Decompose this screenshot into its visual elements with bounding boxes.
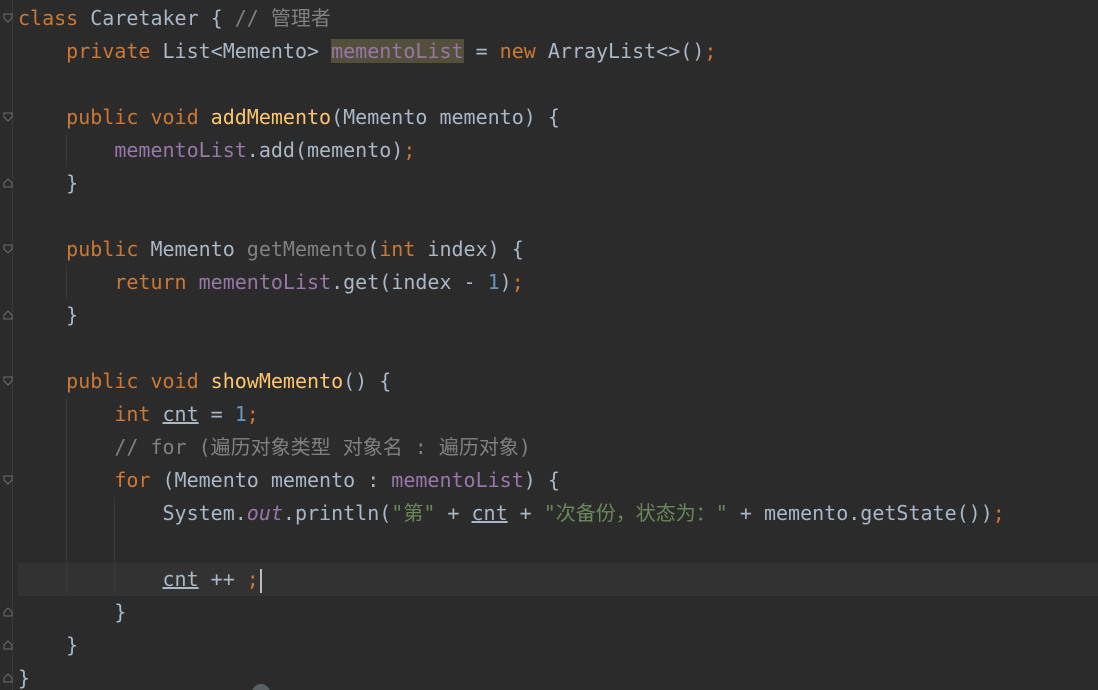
code-line[interactable] [18,332,1098,365]
code-line[interactable]: } [18,629,1098,662]
code-token: (Memento memento) { [331,105,560,129]
code-token: addMemento [210,105,332,129]
code-token: ; [403,138,416,162]
fold-close-icon[interactable] [3,607,13,617]
code-line[interactable]: System.out.println("第" + cnt + "次备份，状态为：… [18,497,1098,530]
code-token: public void [18,105,211,129]
code-token: mementoList [198,270,332,294]
code-editor[interactable]: class Caretaker { // 管理者 private List<Me… [0,0,1098,690]
code-token: class [18,6,91,30]
code-token: ) { [523,468,560,492]
code-token: + memento.getState()) [727,501,993,525]
code-line[interactable]: public void showMemento() { [18,365,1098,398]
code-token: } [18,600,127,624]
code-token: public [18,237,151,261]
code-token: } [18,633,79,657]
code-line[interactable]: cnt ++ ; [18,563,1098,596]
code-line[interactable]: mementoList.add(memento); [18,134,1098,167]
code-token: mementoList [114,138,247,162]
fold-close-icon[interactable] [3,178,13,188]
code-token: cnt [162,567,199,591]
code-line[interactable]: } [18,596,1098,629]
fold-close-icon[interactable] [3,673,13,683]
code-token: + [507,501,544,525]
code-line[interactable]: // for (遍历对象类型 对象名 : 遍历对象) [18,431,1098,464]
code-token: new [499,39,548,63]
code-token: getMemento [246,237,368,261]
code-line[interactable]: public void addMemento(Memento memento) … [18,101,1098,134]
code-token: mementoList [391,468,524,492]
text-caret [259,568,262,593]
code-line[interactable]: private List<Memento> mementoList = new … [18,35,1098,68]
code-line[interactable]: } [18,662,1098,690]
code-token: } [18,171,79,195]
code-token: mementoList [331,39,464,63]
fold-open-icon[interactable] [3,13,13,23]
code-token: 1 [487,270,500,294]
code-token: private [18,39,163,63]
fold-open-icon[interactable] [3,112,13,122]
code-token: index) { [427,237,524,261]
code-line[interactable] [18,68,1098,101]
code-token: = [198,402,235,426]
code-token: ; [704,39,717,63]
code-token: .println( [282,501,392,525]
code-token: // for (遍历对象类型 对象名 : 遍历对象) [18,435,531,459]
code-token: 1 [234,402,247,426]
code-token: showMemento [210,369,344,393]
code-token: } [18,303,79,327]
code-token: ; [992,501,1005,525]
code-token: int [379,237,428,261]
code-token: .add(memento) [246,138,404,162]
code-token: ; [511,270,524,294]
code-token: "第" [391,501,436,525]
code-line[interactable]: public Memento getMemento(int index) { [18,233,1098,266]
editor-gutter [0,0,18,690]
code-token: ; [246,402,259,426]
code-token: out [246,501,283,525]
code-token: "次备份，状态为：" [543,501,728,525]
code-token: (Memento memento : [162,468,392,492]
fold-close-icon[interactable] [3,310,13,320]
code-token: // 管理者 [234,6,331,30]
code-line[interactable]: } [18,167,1098,200]
code-token: } [18,666,31,690]
fold-open-icon[interactable] [3,376,13,386]
code-token: ) [499,270,512,294]
fold-close-icon[interactable] [3,640,13,650]
code-line[interactable] [18,530,1098,563]
code-token: return [18,270,199,294]
code-line[interactable]: int cnt = 1; [18,398,1098,431]
code-token: System. [18,501,247,525]
code-line[interactable] [18,200,1098,233]
code-line[interactable]: return mementoList.get(index - 1); [18,266,1098,299]
code-token: Caretaker { [90,6,235,30]
code-token: ; [246,567,259,591]
code-area[interactable]: class Caretaker { // 管理者 private List<Me… [18,2,1098,690]
code-token: .get(index - [331,270,488,294]
fold-open-icon[interactable] [3,244,13,254]
code-token: cnt [471,501,508,525]
code-token: cnt [162,402,199,426]
code-token: for [18,468,163,492]
code-line[interactable]: for (Memento memento : mementoList) { [18,464,1098,497]
gutter-separator [12,0,13,690]
code-token: List<Memento> [162,39,332,63]
code-token: ( [367,237,380,261]
code-token: + [435,501,472,525]
code-token: () { [343,369,392,393]
fold-open-icon[interactable] [3,475,13,485]
code-line[interactable]: class Caretaker { // 管理者 [18,2,1098,35]
code-line[interactable]: } [18,299,1098,332]
code-token: = [463,39,500,63]
code-token: ++ [198,567,247,591]
code-token: int [18,402,163,426]
code-token: public void [18,369,211,393]
code-token: ArrayList<>() [547,39,705,63]
code-token: Memento [150,237,247,261]
